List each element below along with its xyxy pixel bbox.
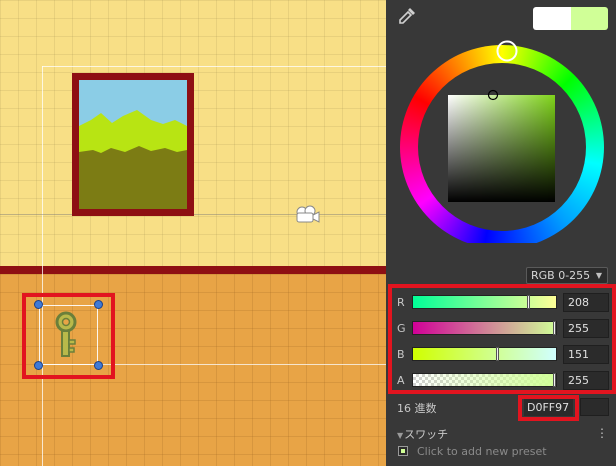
blue-value-field[interactable]: 151 xyxy=(563,345,609,364)
scene-canvas[interactable] xyxy=(0,0,386,466)
more-vertical-icon[interactable]: ⋮ xyxy=(596,426,608,440)
add-preset-hint[interactable]: Click to add new preset xyxy=(417,445,547,458)
chevron-down-icon: ▼ xyxy=(595,271,602,280)
landscape-image xyxy=(79,80,187,209)
swatches-title: スワッチ xyxy=(404,428,449,441)
eyedropper-icon[interactable] xyxy=(397,6,417,29)
green-slider[interactable] xyxy=(412,321,557,335)
color-mode-label: RGB 0-255 xyxy=(531,269,591,282)
red-slider[interactable] xyxy=(412,295,557,309)
hex-value-field[interactable]: D0FF97 xyxy=(524,399,573,416)
slider-thumb[interactable] xyxy=(496,347,499,361)
blue-slider[interactable] xyxy=(412,347,557,361)
triangle-down-icon: ▼ xyxy=(397,431,404,440)
hex-extra-field[interactable] xyxy=(580,398,609,416)
color-wheel[interactable] xyxy=(393,40,616,243)
resize-handle[interactable] xyxy=(94,300,103,309)
slider-thumb[interactable] xyxy=(527,295,530,309)
channel-label-a: A xyxy=(397,374,405,387)
green-value-field[interactable]: 255 xyxy=(563,319,609,338)
channel-label-g: G xyxy=(397,322,406,335)
previous-color-swatch[interactable] xyxy=(533,7,571,30)
key-icon[interactable] xyxy=(52,310,82,363)
guide-line xyxy=(42,66,386,67)
channel-label-r: R xyxy=(397,296,405,309)
resize-handle[interactable] xyxy=(34,361,43,370)
guide-line xyxy=(42,66,43,466)
slider-thumb[interactable] xyxy=(553,321,556,335)
red-value-field[interactable]: 208 xyxy=(563,293,609,312)
preset-color-dot xyxy=(401,449,405,453)
hex-label: 16 進数 xyxy=(397,402,437,415)
floor-background xyxy=(0,274,386,466)
slider-thumb[interactable] xyxy=(553,373,556,387)
alpha-slider[interactable] xyxy=(412,373,557,387)
painting-sprite[interactable] xyxy=(72,73,194,216)
swatches-foldout[interactable]: ▼スワッチ xyxy=(397,426,448,442)
camera-icon[interactable] xyxy=(293,203,321,228)
channel-label-b: B xyxy=(397,348,405,361)
alpha-value-field[interactable]: 255 xyxy=(563,371,609,390)
wall-trim xyxy=(0,266,386,274)
add-preset-swatch[interactable] xyxy=(398,446,408,456)
current-color-swatch xyxy=(571,7,608,30)
resize-handle[interactable] xyxy=(94,361,103,370)
color-mode-select[interactable]: RGB 0-255 ▼ xyxy=(526,267,608,284)
resize-handle[interactable] xyxy=(34,300,43,309)
